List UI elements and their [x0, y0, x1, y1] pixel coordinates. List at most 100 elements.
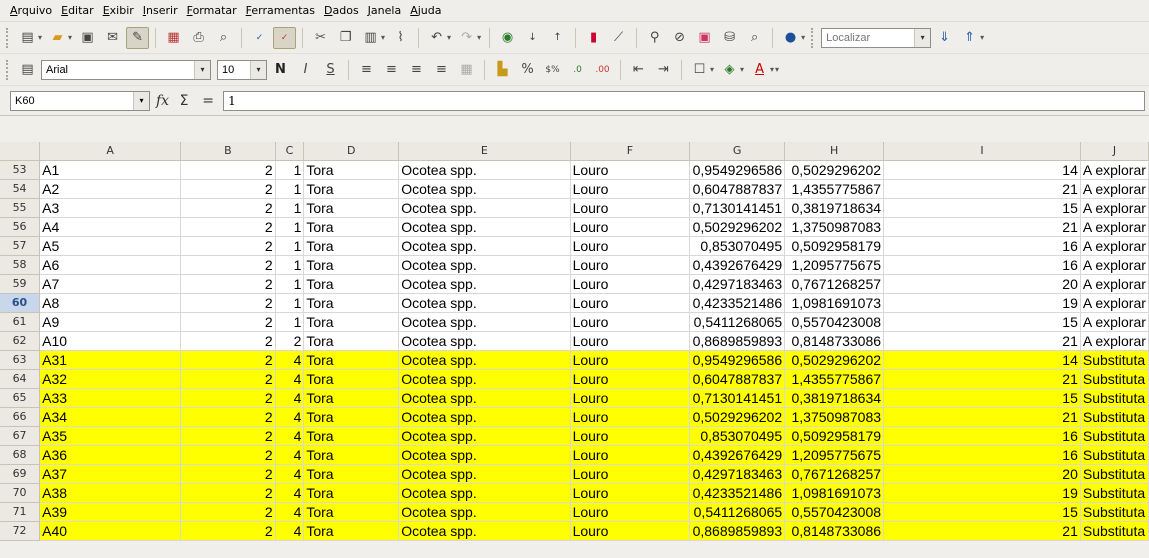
column-header-f[interactable]: F — [570, 142, 691, 161]
equals-icon[interactable]: = — [199, 93, 217, 109]
cell[interactable]: Ocotea spp. — [398, 426, 571, 446]
menu-editar[interactable]: Editar — [61, 3, 94, 18]
cell[interactable]: A33 — [39, 388, 182, 408]
toolbar-grip[interactable] — [6, 59, 10, 80]
cell[interactable]: Tora — [303, 350, 400, 370]
cell[interactable]: A2 — [39, 179, 182, 199]
cell[interactable]: Tora — [303, 388, 400, 408]
redo-icon[interactable]: ↷ — [455, 27, 478, 49]
cell[interactable]: 0,3819718634 — [784, 198, 885, 218]
column-header-d[interactable]: D — [303, 142, 400, 161]
cell[interactable]: Louro — [570, 502, 691, 522]
cell[interactable]: A explorar — [1080, 236, 1149, 256]
cut-icon[interactable]: ✂ — [309, 27, 332, 49]
chevron-down-icon[interactable]: ▾ — [770, 65, 774, 74]
cell[interactable]: 19 — [883, 293, 1081, 313]
cell[interactable]: 0,853070495 — [689, 236, 786, 256]
chevron-down-icon[interactable]: ▾ — [914, 28, 931, 47]
cell[interactable]: 19 — [883, 483, 1081, 503]
cell[interactable]: Ocotea spp. — [398, 388, 571, 408]
row-header[interactable]: 61 — [0, 312, 41, 332]
clone-formatting-icon[interactable]: ⌇ — [389, 27, 412, 49]
cell[interactable]: A37 — [39, 464, 182, 484]
row-header[interactable]: 65 — [0, 388, 41, 408]
cell[interactable]: Tora — [303, 502, 400, 522]
chevron-down-icon[interactable]: ▾ — [447, 33, 451, 42]
cell[interactable]: Louro — [570, 521, 691, 541]
cell[interactable]: 1 — [275, 293, 305, 313]
cell[interactable]: 14 — [883, 350, 1081, 370]
cell[interactable]: Louro — [570, 464, 691, 484]
cell[interactable]: Substituta — [1080, 369, 1149, 389]
print-icon[interactable]: ⎙ — [187, 27, 210, 49]
cell[interactable]: 1,2095775675 — [784, 445, 885, 465]
cell[interactable]: Louro — [570, 483, 691, 503]
cell[interactable]: Ocotea spp. — [398, 293, 571, 313]
column-header-e[interactable]: E — [398, 142, 571, 161]
cell[interactable]: A explorar — [1080, 179, 1149, 199]
cell[interactable]: Tora — [303, 369, 400, 389]
cell[interactable]: A7 — [39, 274, 182, 294]
cell[interactable]: 0,7671268257 — [784, 274, 885, 294]
cell[interactable]: 0,5570423008 — [784, 312, 885, 332]
spellcheck-icon[interactable]: ✓ — [248, 27, 271, 49]
cell[interactable]: 4 — [275, 483, 305, 503]
save-icon[interactable]: ▣ — [76, 27, 99, 49]
cell[interactable]: Ocotea spp. — [398, 312, 571, 332]
menu-formatar[interactable]: Formatar — [187, 3, 237, 18]
cell[interactable]: 1 — [275, 179, 305, 199]
cell[interactable]: Ocotea spp. — [398, 464, 571, 484]
cell[interactable]: A5 — [39, 236, 182, 256]
justify-icon[interactable]: ≡ — [430, 59, 453, 81]
row-header[interactable]: 55 — [0, 198, 41, 218]
row-header[interactable]: 56 — [0, 217, 41, 237]
cell[interactable]: 4 — [275, 521, 305, 541]
cell[interactable]: Louro — [570, 236, 691, 256]
cell[interactable]: 0,8689859893 — [689, 521, 786, 541]
cell[interactable]: 2 — [180, 521, 276, 541]
cell[interactable]: 1 — [275, 274, 305, 294]
cell[interactable]: Louro — [570, 350, 691, 370]
cell[interactable]: A explorar — [1080, 312, 1149, 332]
cell[interactable]: A31 — [39, 350, 182, 370]
cell[interactable]: 1 — [275, 160, 305, 180]
chevron-down-icon[interactable]: ▾ — [740, 65, 744, 74]
cell[interactable]: Tora — [303, 255, 400, 275]
cell[interactable]: 4 — [275, 426, 305, 446]
cell[interactable]: A10 — [39, 331, 182, 351]
cell[interactable]: 2 — [180, 255, 276, 275]
cell[interactable]: Substituta — [1080, 502, 1149, 522]
cell[interactable]: 15 — [883, 502, 1081, 522]
chevron-down-icon[interactable]: ▾ — [68, 33, 72, 42]
cell[interactable]: 15 — [883, 388, 1081, 408]
row-header[interactable]: 67 — [0, 426, 41, 446]
cell[interactable]: 2 — [180, 407, 276, 427]
cell[interactable]: A40 — [39, 521, 182, 541]
cell[interactable]: 0,8148733086 — [784, 521, 885, 541]
chevron-down-icon[interactable]: ▾ — [477, 33, 481, 42]
cell[interactable]: Substituta — [1080, 483, 1149, 503]
cell[interactable]: 4 — [275, 502, 305, 522]
column-header-i[interactable]: I — [883, 142, 1081, 161]
row-header[interactable]: 62 — [0, 331, 41, 351]
cell[interactable]: 0,7130141451 — [689, 198, 786, 218]
cell[interactable]: 2 — [180, 160, 276, 180]
row-header[interactable]: 72 — [0, 521, 41, 541]
cell[interactable]: 2 — [180, 236, 276, 256]
row-header[interactable]: 70 — [0, 483, 41, 503]
cell[interactable]: 0,5029296202 — [689, 407, 786, 427]
cell[interactable]: 0,9549296586 — [689, 160, 786, 180]
cell[interactable]: 16 — [883, 255, 1081, 275]
styles-icon[interactable]: ▤ — [16, 59, 39, 81]
cell[interactable]: 2 — [180, 426, 276, 446]
cell[interactable]: Ocotea spp. — [398, 369, 571, 389]
cell[interactable]: Ocotea spp. — [398, 236, 571, 256]
cell[interactable]: 0,5092958179 — [784, 236, 885, 256]
underline-icon[interactable]: S — [319, 59, 342, 81]
cell[interactable]: Louro — [570, 293, 691, 313]
name-box[interactable]: K60 ▾ — [10, 90, 150, 111]
cell[interactable]: Louro — [570, 198, 691, 218]
cell[interactable]: A8 — [39, 293, 182, 313]
standard-format-icon[interactable]: $% — [541, 59, 564, 81]
cell[interactable]: A36 — [39, 445, 182, 465]
